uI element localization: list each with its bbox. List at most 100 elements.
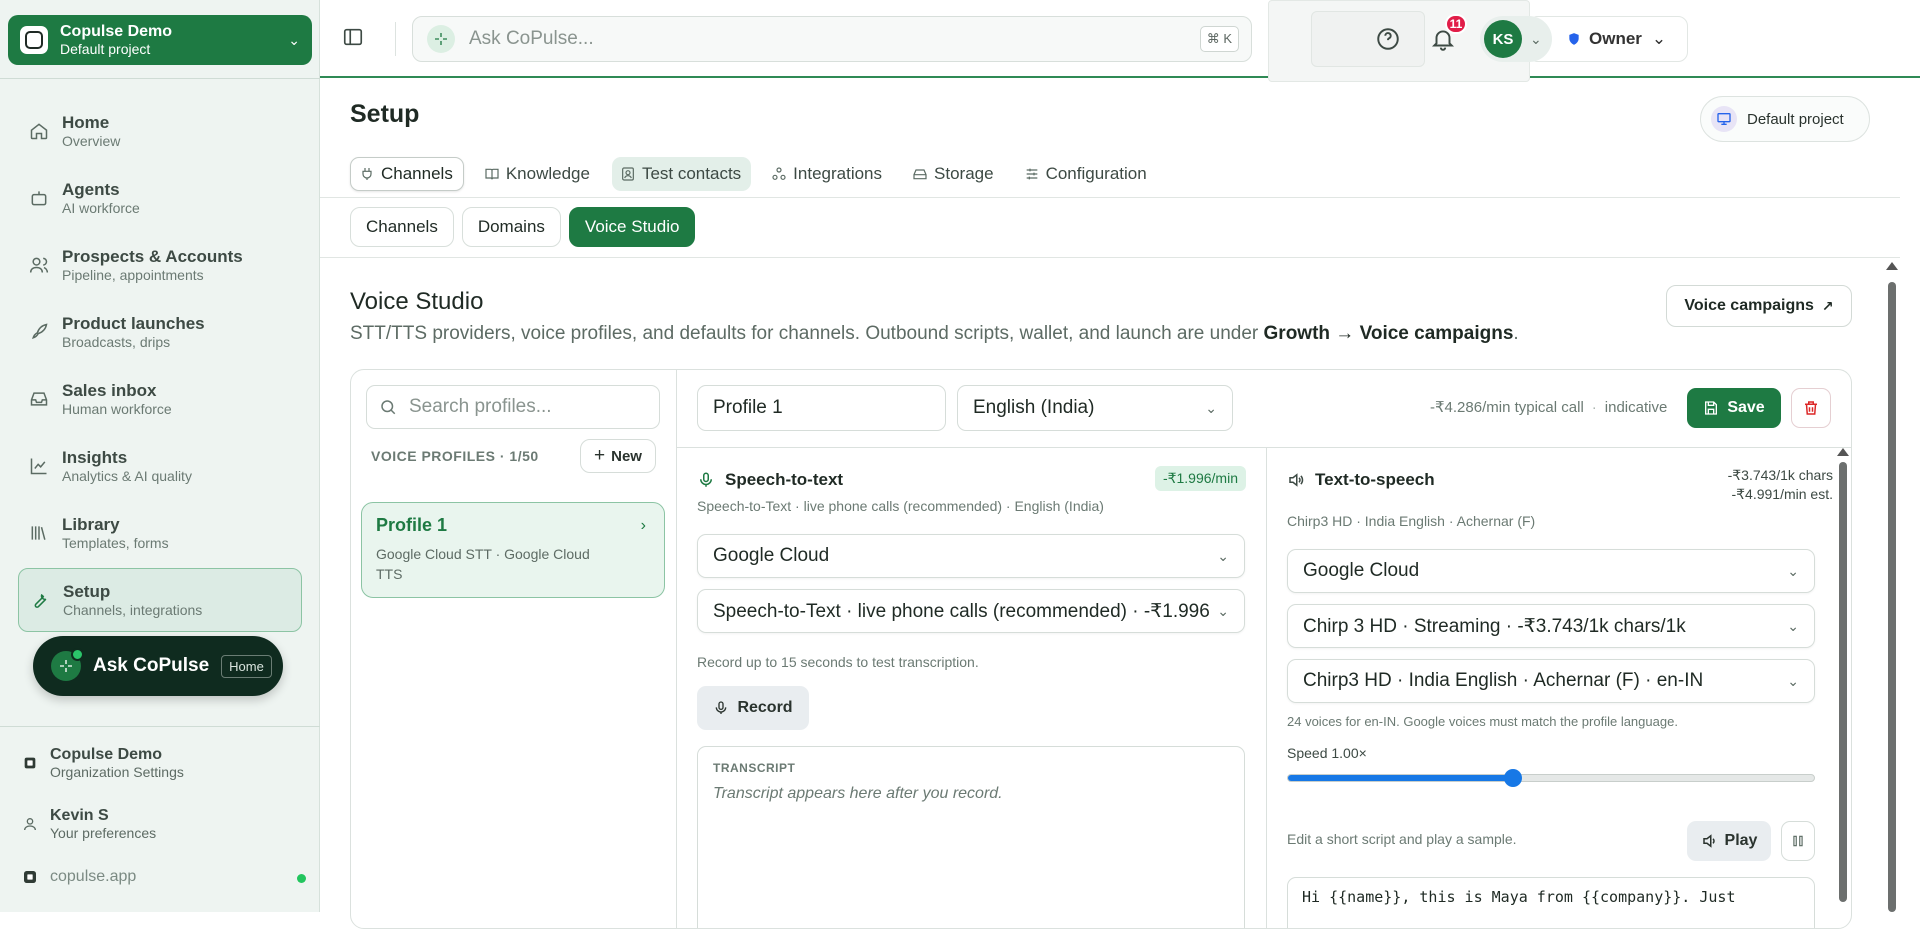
workspace-switcher[interactable]: Copulse Demo Default project ⌄: [8, 15, 312, 65]
tts-rate-min: -₹4.991/min est.: [1731, 486, 1833, 502]
voice-campaigns-button[interactable]: Voice campaigns ↗: [1666, 285, 1852, 327]
avatar: KS: [1484, 20, 1522, 58]
tab-label: Channels: [381, 164, 453, 183]
page-scrollbar[interactable]: [1886, 262, 1898, 912]
profiles-pane: Search profiles... VOICE PROFILES · 1/50…: [351, 370, 677, 928]
search-icon: [381, 400, 396, 415]
contact-icon: [622, 167, 634, 181]
book-icon: [485, 168, 499, 180]
save-label: Save: [1727, 399, 1765, 416]
transcript-placeholder: Transcript appears here after you record…: [713, 785, 1003, 802]
speed-slider[interactable]: [1287, 769, 1815, 787]
sidebar-item-sublabel: Pipeline, appointments: [62, 266, 204, 283]
chevron-down-icon: ⌄: [288, 31, 300, 48]
topbar: Ask CoPulse... ⌘ K Owner ⌄ 11 KS ⌄: [320, 0, 1920, 82]
sidebar-item-sublabel: Overview: [62, 132, 121, 149]
stt-model-select[interactable]: Speech-to-Text · live phone calls (recom…: [697, 589, 1245, 633]
play-sample-button[interactable]: Play: [1687, 821, 1771, 861]
tts-model-value: Chirp 3 HD · Streaming · -₹3.743/1k char…: [1303, 615, 1686, 637]
pause-button[interactable]: [1781, 821, 1815, 861]
chevron-down-icon: ⌄: [1787, 672, 1799, 689]
stt-provider-select[interactable]: Google Cloud ⌄: [697, 534, 1245, 578]
new-profile-button[interactable]: + New: [580, 439, 656, 473]
org-settings-link[interactable]: Copulse Demo Organization Settings: [22, 745, 184, 781]
tab-test-contacts[interactable]: Test contacts: [611, 157, 752, 191]
chevron-down-icon: ⌄: [1217, 547, 1229, 564]
ask-copulse-label: Ask CoPulse: [93, 655, 210, 676]
ask-copulse-input[interactable]: Ask CoPulse... ⌘ K: [412, 16, 1252, 62]
subtab-voice-studio[interactable]: Voice Studio: [568, 207, 696, 247]
tts-voice-select[interactable]: Chirp3 HD · India English · Achernar (F)…: [1287, 659, 1815, 703]
sidebar-item-agents[interactable]: Agents AI workforce: [18, 166, 302, 230]
profile-list-item[interactable]: Profile 1 Google Cloud STT · Google Clou…: [361, 502, 665, 598]
help-icon[interactable]: [1375, 26, 1401, 52]
tab-integrations[interactable]: Integrations: [763, 157, 892, 191]
transcript-label: TRANSCRIPT: [713, 761, 796, 775]
sparkle-icon: [51, 648, 84, 681]
subtab-channels[interactable]: Channels: [350, 207, 454, 247]
divider: [0, 78, 320, 79]
tts-model-select[interactable]: Chirp 3 HD · Streaming · -₹3.743/1k char…: [1287, 604, 1815, 648]
profiles-count-label: VOICE PROFILES · 1/50: [371, 448, 539, 464]
user-preferences-link[interactable]: Kevin S Your preferences: [22, 806, 156, 842]
sample-hint: Edit a short script and play a sample.: [1287, 831, 1517, 847]
sidebar-item-library[interactable]: Library Templates, forms: [18, 501, 302, 565]
user-name: Kevin S: [50, 807, 109, 824]
record-button[interactable]: Record: [697, 686, 809, 730]
delete-profile-button[interactable]: [1791, 388, 1831, 428]
divider: [320, 197, 1900, 198]
plus-icon: +: [594, 445, 606, 466]
trash-icon: [1805, 401, 1817, 415]
tab-knowledge[interactable]: Knowledge: [476, 157, 600, 191]
tts-provider-select[interactable]: Google Cloud ⌄: [1287, 549, 1815, 593]
tts-voice-value: Chirp3 HD · India English · Achernar (F)…: [1303, 670, 1704, 691]
sidebar-item-prospects[interactable]: Prospects & Accounts Pipeline, appointmen…: [18, 233, 302, 297]
setup-tabs: Channels Knowledge Test contacts Integra…: [350, 157, 1157, 191]
user-menu[interactable]: KS ⌄: [1480, 16, 1552, 62]
sidebar-item-setup[interactable]: Setup Channels, integrations: [18, 568, 302, 632]
sidebar-toggle-icon[interactable]: [342, 26, 364, 48]
user-subtitle: Your preferences: [50, 825, 157, 841]
sliders-icon: [1026, 168, 1037, 180]
stt-model-value: Speech-to-Text · live phone calls (recom…: [713, 600, 1210, 622]
sidebar-item-label: Insights: [62, 447, 128, 467]
divider: [0, 726, 320, 727]
notification-badge: 11: [1445, 14, 1467, 34]
tab-label: Test contacts: [641, 164, 742, 183]
tts-scrollbar[interactable]: [1837, 448, 1849, 928]
role-selector[interactable]: Owner ⌄: [1528, 16, 1688, 62]
wrench-icon: [29, 589, 51, 611]
subtab-domains[interactable]: Domains: [461, 207, 561, 247]
sidebar-item-label: Sales inbox: [62, 380, 157, 400]
sidebar-item-product-launches[interactable]: Product launches Broadcasts, drips: [18, 300, 302, 364]
tab-label: Configuration: [1045, 164, 1147, 183]
sidebar-item-label: Product launches: [62, 313, 205, 333]
save-button[interactable]: Save: [1687, 388, 1781, 428]
search-profiles-input[interactable]: Search profiles...: [366, 385, 660, 429]
sparkle-icon: [427, 25, 455, 53]
description-suffix: .: [1513, 323, 1519, 344]
sidebar-item-label: Library: [62, 514, 120, 534]
speed-slider-thumb[interactable]: [1504, 769, 1523, 787]
sample-script-input[interactable]: Hi {{name}}, this is Maya from {{company…: [1287, 877, 1815, 928]
users-icon: [28, 254, 50, 276]
tab-storage[interactable]: Storage: [904, 157, 1004, 191]
speed-slider-fill: [1288, 775, 1514, 781]
sidebar-item-sales-inbox[interactable]: Sales inbox Human workforce: [18, 367, 302, 431]
tab-channels[interactable]: Channels: [350, 157, 464, 191]
project-selector-button[interactable]: Default project: [1700, 96, 1870, 142]
new-label: New: [611, 447, 642, 465]
profile-name: Profile 1: [376, 515, 448, 535]
context-badge: Home: [221, 654, 272, 678]
language-select[interactable]: English (India) ⌄: [957, 385, 1233, 431]
voice-campaigns-link[interactable]: Growth → Voice campaigns: [1264, 323, 1514, 344]
ask-copulse-button[interactable]: Ask CoPulse Home: [33, 636, 283, 696]
tts-rate-chars: -₹3.743/1k chars: [1727, 467, 1833, 483]
sidebar-item-home[interactable]: Home Overview: [18, 99, 302, 163]
external-link-icon: ↗: [1821, 297, 1834, 314]
tab-configuration[interactable]: Configuration: [1016, 157, 1157, 191]
sidebar-item-insights[interactable]: Insights Analytics & AI quality: [18, 434, 302, 498]
save-icon: [1705, 401, 1718, 415]
text-to-speech-section: Text-to-speech -₹3.743/1k chars -₹4.991/…: [1267, 448, 1851, 928]
profile-name-input[interactable]: Profile 1: [697, 385, 946, 431]
